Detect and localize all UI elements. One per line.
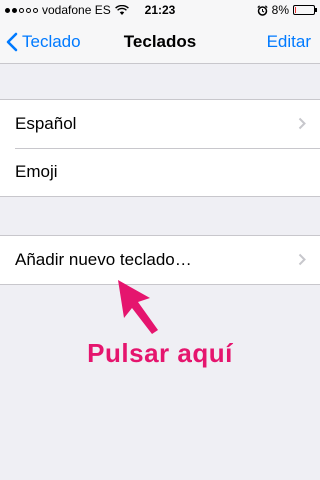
- back-button-label: Teclado: [22, 32, 81, 51]
- add-keyboard-label: Añadir nuevo teclado…: [15, 250, 192, 269]
- annotation-label: Pulsar aquí: [87, 338, 233, 368]
- chevron-right-icon: [298, 117, 306, 130]
- status-bar: vodafone ES 21:23 8%: [0, 0, 320, 20]
- back-button[interactable]: Teclado: [6, 20, 81, 64]
- battery-percent: 8%: [271, 3, 289, 17]
- add-keyboard-button[interactable]: Añadir nuevo teclado…: [0, 236, 320, 284]
- chevron-left-icon: [6, 32, 18, 52]
- alarm-clock-icon: [257, 4, 268, 16]
- list-item-emoji[interactable]: Emoji: [0, 148, 320, 196]
- pointer-arrow-icon: [118, 280, 158, 334]
- navigation-bar: Teclado Teclados Editar: [0, 20, 320, 64]
- battery-icon: [293, 5, 317, 15]
- keyboards-list: Español Emoji: [0, 99, 320, 197]
- status-right: 8%: [257, 3, 317, 17]
- edit-button[interactable]: Editar: [267, 20, 311, 64]
- list-item-espanol[interactable]: Español: [0, 100, 320, 148]
- chevron-right-icon: [298, 253, 306, 266]
- list-item-label: Emoji: [15, 162, 58, 181]
- list-item-label: Español: [15, 114, 77, 133]
